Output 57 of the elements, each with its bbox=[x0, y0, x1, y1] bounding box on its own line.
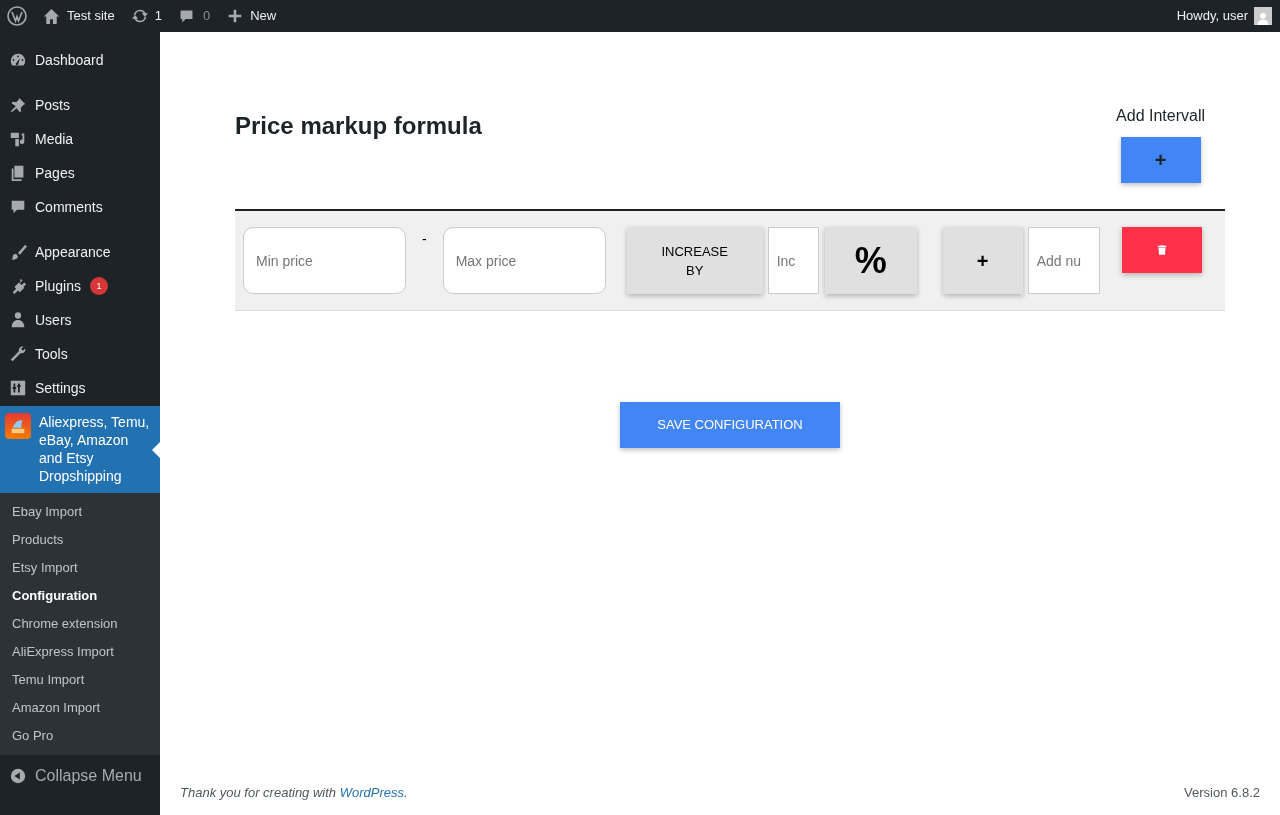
home-icon bbox=[42, 6, 61, 26]
menu-item[interactable]: Tools bbox=[0, 338, 160, 372]
submenu-item[interactable]: AliExpress Import bbox=[0, 638, 160, 666]
increase-by-button[interactable]: INCREASE BY bbox=[626, 227, 763, 294]
submenu-item[interactable]: Amazon Import bbox=[0, 694, 160, 722]
avatar-icon bbox=[1254, 7, 1272, 25]
new-link[interactable]: New bbox=[218, 0, 285, 32]
page-title: Price markup formula bbox=[235, 111, 482, 141]
version-text: Version 6.8.2 bbox=[1184, 783, 1260, 802]
submenu-item[interactable]: Configuration bbox=[0, 582, 160, 610]
min-price-field[interactable]: Min price bbox=[243, 227, 406, 294]
add-number-field[interactable]: Add nu bbox=[1027, 227, 1100, 294]
menu-item[interactable]: Settings bbox=[0, 372, 160, 406]
amount-field[interactable]: Inc bbox=[767, 227, 819, 294]
collapse-menu-button[interactable]: Collapse Menu bbox=[0, 755, 160, 797]
sliders-icon bbox=[9, 379, 27, 397]
footer-text: Thank you for creating with WordPress. bbox=[180, 783, 408, 802]
update-count-badge: 1 bbox=[89, 277, 108, 295]
current-menu-pointer bbox=[152, 442, 160, 458]
menu-item[interactable]: Posts bbox=[0, 89, 160, 123]
save-configuration-button[interactable]: SAVE CONFIGURATION bbox=[620, 402, 840, 448]
menu-item[interactable]: Dashboard bbox=[0, 44, 160, 78]
max-price-field[interactable]: Max price bbox=[442, 227, 606, 294]
updates-link[interactable]: 1 bbox=[122, 0, 170, 32]
percent-button[interactable]: % bbox=[824, 227, 917, 294]
menu-item[interactable]: Aliexpress, Temu, eBay, Amazon and Etsy Dropshipping bbox=[0, 406, 160, 493]
pin-icon bbox=[9, 96, 27, 114]
delete-button[interactable] bbox=[1121, 227, 1202, 273]
refresh-icon bbox=[130, 7, 149, 25]
brush-icon bbox=[9, 243, 27, 261]
range-separator: - bbox=[422, 230, 427, 249]
wrench-icon bbox=[9, 345, 27, 363]
submenu-item[interactable]: Temu Import bbox=[0, 666, 160, 694]
submenu-item[interactable]: Etsy Import bbox=[0, 554, 160, 582]
menu-item[interactable]: Users bbox=[0, 304, 160, 338]
menu-item[interactable]: Comments bbox=[0, 191, 160, 225]
add-number-button[interactable]: + bbox=[942, 227, 1023, 294]
add-interval-label: Add Intervall bbox=[1116, 106, 1205, 126]
media-icon bbox=[9, 130, 27, 148]
menu-item[interactable]: Media bbox=[0, 123, 160, 157]
add-interval-button[interactable]: + bbox=[1120, 137, 1201, 183]
submenu-item[interactable]: Ebay Import bbox=[0, 498, 160, 526]
plugin-logo-icon bbox=[5, 413, 31, 439]
trash-icon bbox=[1155, 243, 1168, 257]
dashboard-icon bbox=[9, 51, 27, 69]
user-icon bbox=[9, 311, 27, 329]
wordpress-link[interactable]: WordPress bbox=[339, 784, 404, 800]
submenu-item[interactable]: Chrome extension bbox=[0, 610, 160, 638]
wordpress-logo-icon bbox=[7, 6, 27, 26]
menu-item[interactable]: Pages bbox=[0, 157, 160, 191]
menu-item[interactable]: Plugins 1 bbox=[0, 270, 160, 304]
comments-link[interactable]: 0 bbox=[169, 0, 219, 32]
submenu-item[interactable]: Go Pro bbox=[0, 722, 160, 750]
submenu-item[interactable]: Products bbox=[0, 526, 160, 554]
account-link[interactable]: Howdy, user bbox=[1176, 0, 1280, 32]
site-link[interactable]: Test site bbox=[34, 0, 123, 32]
menu-item[interactable]: Appearance bbox=[0, 236, 160, 270]
